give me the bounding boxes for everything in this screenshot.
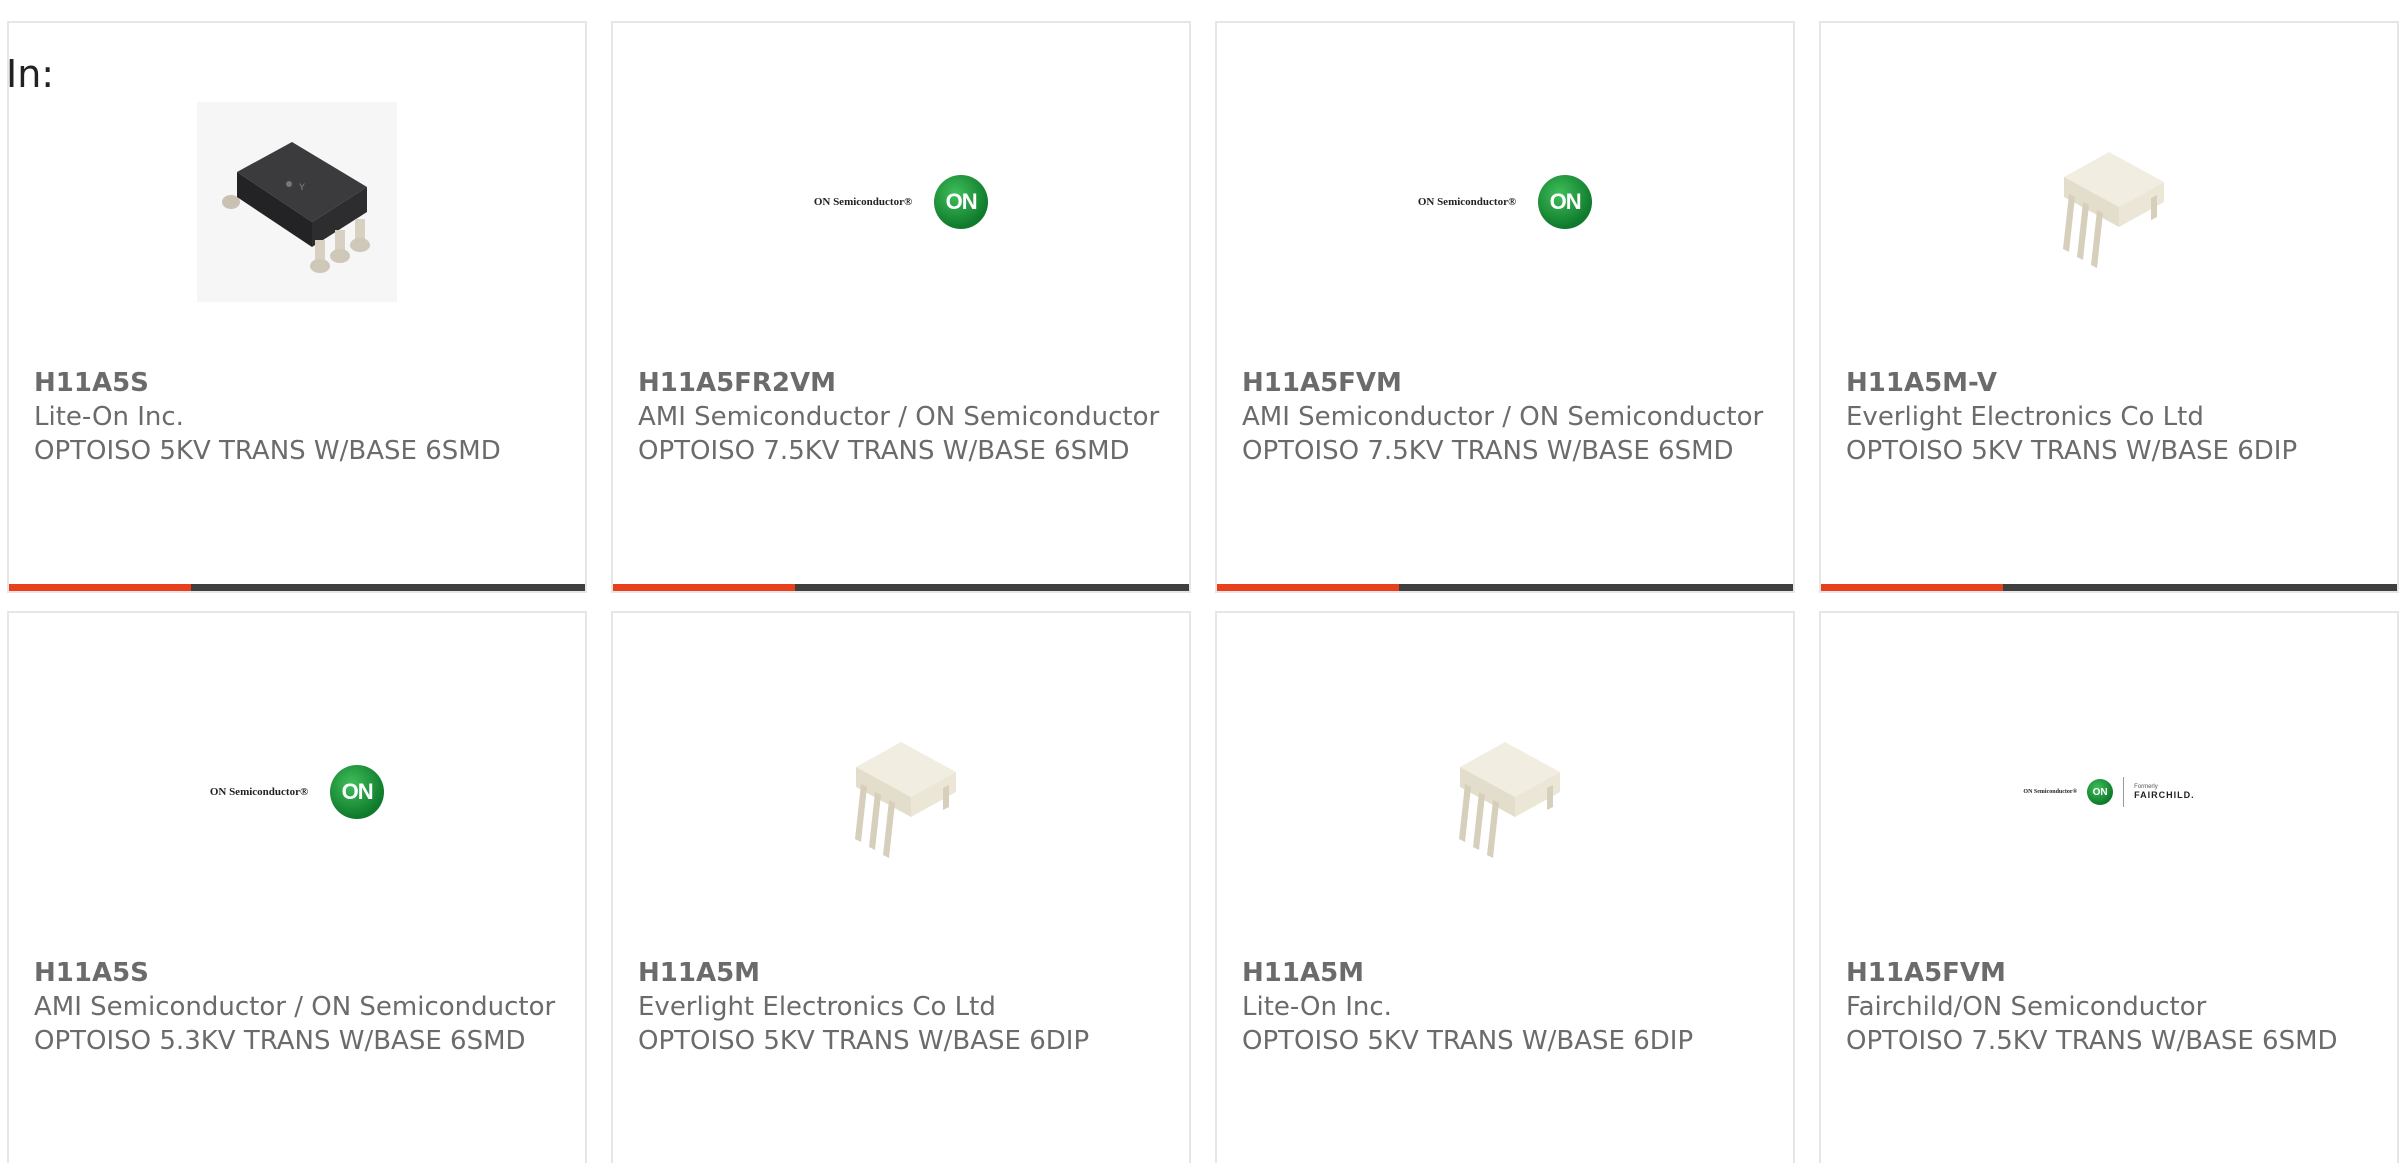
- product-results-page: In: Y H11A5S Lite-On Inc. OPTOISO 5KV TR…: [0, 0, 2400, 1163]
- product-card[interactable]: H11A5M Everlight Electronics Co Ltd OPTO…: [611, 611, 1191, 1163]
- description: OPTOISO 5KV TRANS W/BASE 6DIP: [638, 1026, 1090, 1056]
- manufacturer: Everlight Electronics Co Ltd: [638, 992, 996, 1022]
- card-accent-segment: [613, 584, 795, 591]
- logo-text: ON Semiconductor®: [2023, 789, 2078, 795]
- part-number[interactable]: H11A5M: [1242, 956, 1773, 990]
- description: OPTOISO 7.5KV TRANS W/BASE 6SMD: [1846, 1026, 2338, 1056]
- product-grid: Y H11A5S Lite-On Inc. OPTOISO 5KV TRANS …: [7, 21, 2399, 1163]
- product-info: H11A5FVM Fairchild/ON Semiconductor OPTO…: [1846, 956, 2377, 1058]
- manufacturer: AMI Semiconductor / ON Semiconductor: [638, 402, 1160, 432]
- product-image[interactable]: [1821, 87, 2397, 317]
- product-image[interactable]: [1217, 677, 1793, 907]
- manufacturer: Lite-On Inc.: [1242, 992, 1392, 1022]
- product-card[interactable]: H11A5M-V Everlight Electronics Co Ltd OP…: [1819, 21, 2399, 593]
- smd-chip-black-icon: Y: [197, 102, 397, 302]
- card-accent-segment: [1217, 584, 1399, 591]
- card-accent-segment: [1821, 584, 2003, 591]
- part-number[interactable]: H11A5M-V: [1846, 366, 2377, 400]
- description: OPTOISO 5KV TRANS W/BASE 6DIP: [1242, 1026, 1694, 1056]
- logo-text: ON Semiconductor®: [209, 786, 309, 798]
- dip-chip-white-icon: [1459, 742, 1560, 858]
- description: OPTOISO 7.5KV TRANS W/BASE 6SMD: [638, 436, 1130, 466]
- manufacturer: Lite-On Inc.: [34, 402, 184, 432]
- logo-text: ON Semiconductor®: [813, 196, 913, 208]
- product-image[interactable]: ON Semiconductor® ON: [9, 677, 585, 907]
- product-card[interactable]: ON Semiconductor® ON H11A5S AMI Semicond…: [7, 611, 587, 1163]
- product-info: H11A5S Lite-On Inc. OPTOISO 5KV TRANS W/…: [34, 366, 565, 468]
- description: OPTOISO 5.3KV TRANS W/BASE 6SMD: [34, 1026, 526, 1056]
- product-card[interactable]: Y H11A5S Lite-On Inc. OPTOISO 5KV TRANS …: [7, 21, 587, 593]
- dip-chip-white-icon: [855, 742, 956, 858]
- card-accent-bar: [1821, 584, 2397, 591]
- dip-chip-white-icon: [2063, 152, 2164, 268]
- part-number[interactable]: H11A5FVM: [1242, 366, 1773, 400]
- part-number[interactable]: H11A5S: [34, 956, 565, 990]
- product-info: H11A5M Lite-On Inc. OPTOISO 5KV TRANS W/…: [1242, 956, 1773, 1058]
- product-info: H11A5M-V Everlight Electronics Co Ltd OP…: [1846, 366, 2377, 468]
- card-accent-segment: [9, 584, 191, 591]
- part-number[interactable]: H11A5FVM: [1846, 956, 2377, 990]
- fairchild-name-text: FAIRCHILD.: [2134, 790, 2195, 800]
- on-logo-badge: ON: [2087, 779, 2114, 805]
- description: OPTOISO 5KV TRANS W/BASE 6SMD: [34, 436, 501, 466]
- on-semiconductor-logo: ON Semiconductor® ON: [209, 765, 385, 819]
- description: OPTOISO 5KV TRANS W/BASE 6DIP: [1846, 436, 2298, 466]
- manufacturer: Everlight Electronics Co Ltd: [1846, 402, 2204, 432]
- product-card[interactable]: ON Semiconductor® ON H11A5FVM AMI Semico…: [1215, 21, 1795, 593]
- svg-text:Y: Y: [299, 182, 305, 192]
- product-card[interactable]: H11A5M Lite-On Inc. OPTOISO 5KV TRANS W/…: [1215, 611, 1795, 1163]
- product-card[interactable]: ON Semiconductor® ON H11A5FR2VM AMI Semi…: [611, 21, 1191, 593]
- product-info: H11A5FVM AMI Semiconductor / ON Semicond…: [1242, 366, 1773, 468]
- product-card[interactable]: ON Semiconductor® ON Formerly FAIRCHILD.…: [1819, 611, 2399, 1163]
- on-logo-badge: ON: [934, 175, 989, 229]
- prefix-label: In:: [6, 52, 55, 96]
- card-accent-bar: [1217, 584, 1793, 591]
- description: OPTOISO 7.5KV TRANS W/BASE 6SMD: [1242, 436, 1734, 466]
- product-info: H11A5M Everlight Electronics Co Ltd OPTO…: [638, 956, 1169, 1058]
- product-image[interactable]: Y: [9, 87, 585, 317]
- product-image[interactable]: [613, 677, 1189, 907]
- product-info: H11A5S AMI Semiconductor / ON Semiconduc…: [34, 956, 565, 1058]
- on-semiconductor-logo: ON Semiconductor® ON: [813, 175, 989, 229]
- on-semiconductor-logo: ON Semiconductor® ON: [1417, 175, 1593, 229]
- part-number[interactable]: H11A5M: [638, 956, 1169, 990]
- product-info: H11A5FR2VM AMI Semiconductor / ON Semico…: [638, 366, 1169, 468]
- on-logo-badge: ON: [1538, 175, 1593, 229]
- fairchild-logo: Formerly FAIRCHILD.: [2134, 784, 2195, 800]
- manufacturer: AMI Semiconductor / ON Semiconductor: [34, 992, 556, 1022]
- manufacturer: AMI Semiconductor / ON Semiconductor: [1242, 402, 1764, 432]
- product-image[interactable]: ON Semiconductor® ON: [1217, 87, 1793, 317]
- logo-divider: [2123, 777, 2125, 807]
- product-image[interactable]: ON Semiconductor® ON: [613, 87, 1189, 317]
- on-fairchild-logo: ON Semiconductor® ON Formerly FAIRCHILD.: [2023, 777, 2194, 807]
- card-accent-bar: [9, 584, 585, 591]
- manufacturer: Fairchild/ON Semiconductor: [1846, 992, 2207, 1022]
- product-image[interactable]: ON Semiconductor® ON Formerly FAIRCHILD.: [1821, 677, 2397, 907]
- logo-text: ON Semiconductor®: [1417, 196, 1517, 208]
- on-logo-badge: ON: [330, 765, 385, 819]
- card-accent-bar: [613, 584, 1189, 591]
- part-number[interactable]: H11A5S: [34, 366, 565, 400]
- part-number[interactable]: H11A5FR2VM: [638, 366, 1169, 400]
